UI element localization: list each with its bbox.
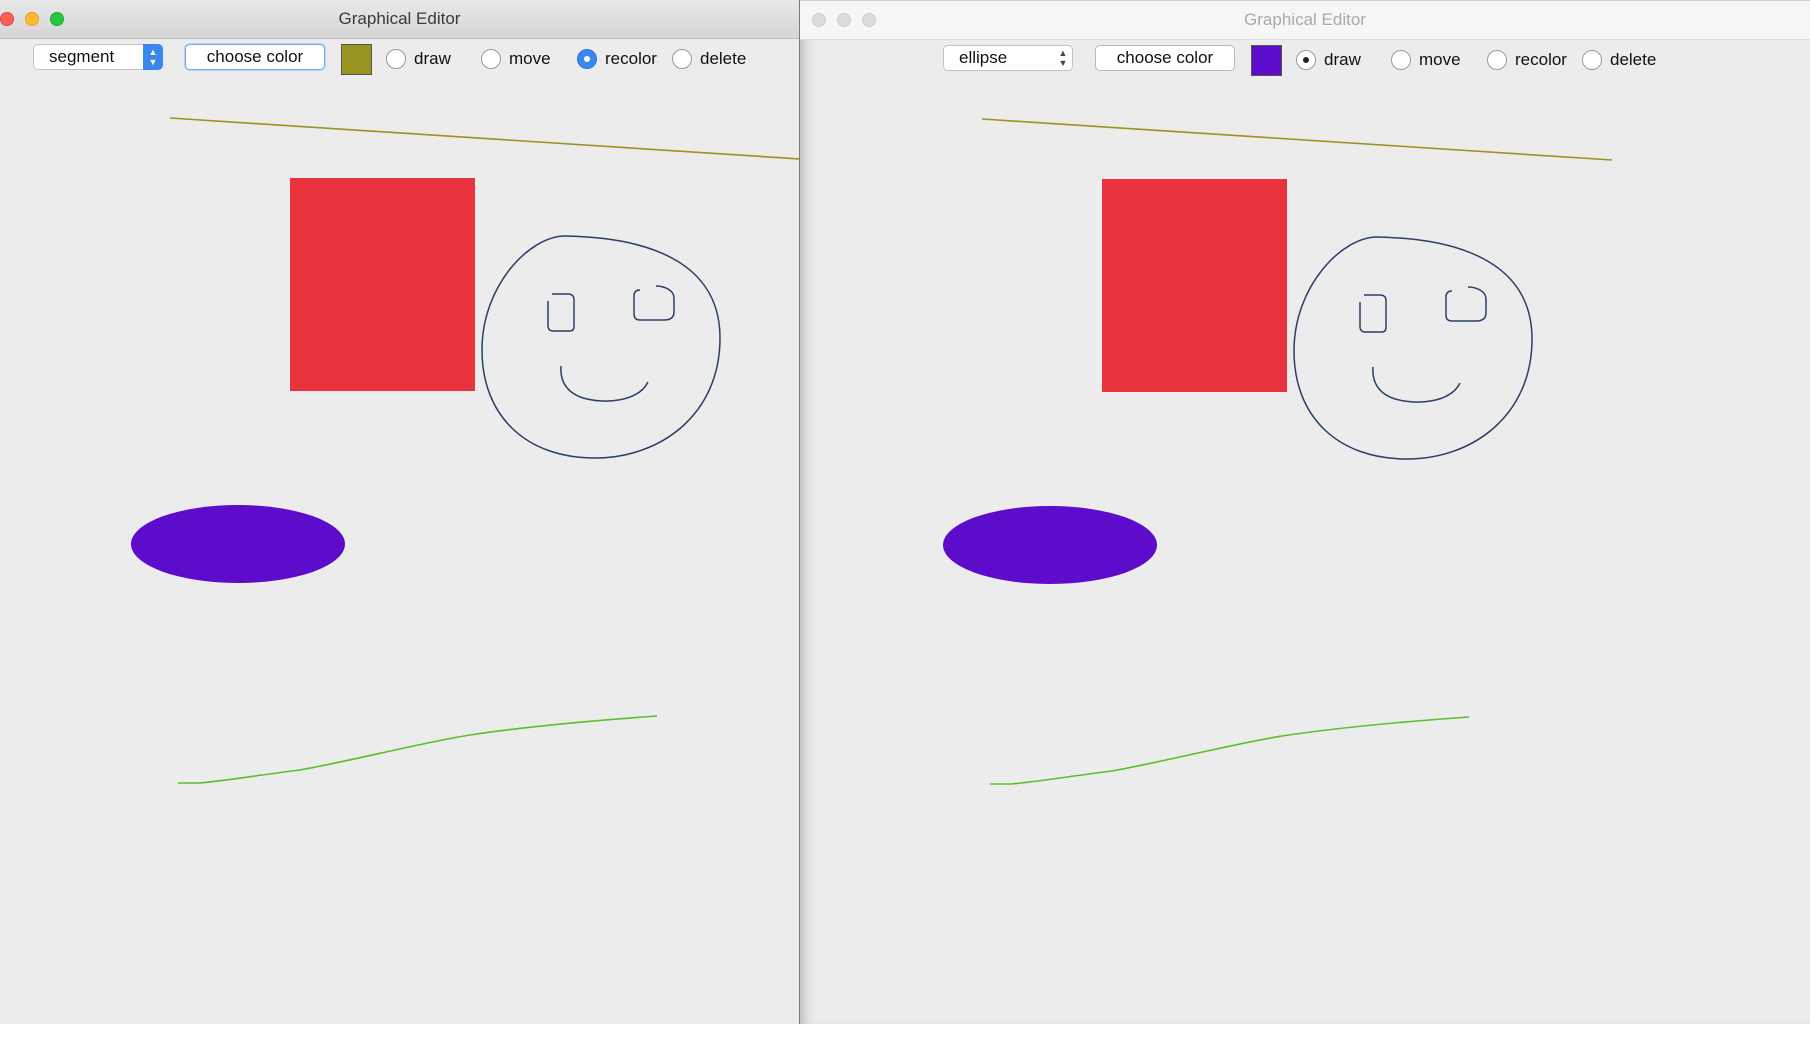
radio-circle-icon xyxy=(386,49,406,69)
rectangle-shape[interactable] xyxy=(1102,179,1287,392)
face-left-eye-shape[interactable] xyxy=(1359,294,1387,333)
freehand-line-shape[interactable] xyxy=(990,716,1470,785)
radio-circle-icon xyxy=(1487,50,1507,70)
face-right-eye-shape[interactable] xyxy=(633,285,675,321)
radio-circle-icon xyxy=(672,49,692,69)
radio-selected-icon xyxy=(577,49,597,69)
radio-circle-icon xyxy=(481,49,501,69)
mode-label: draw xyxy=(414,49,451,68)
maximize-window-icon[interactable] xyxy=(50,12,64,26)
window-title: Graphical Editor xyxy=(338,9,461,28)
ellipse-shape[interactable] xyxy=(943,506,1157,584)
current-color-swatch xyxy=(1251,45,1282,76)
toolbar: segment ▲ ▼ choose color draw move recolo… xyxy=(0,40,799,80)
editor-window-right: Graphical Editor ellipse ▲ ▼ choose color… xyxy=(800,0,1810,1024)
freehand-line-shape[interactable] xyxy=(178,715,658,784)
face-left-eye-shape[interactable] xyxy=(547,293,575,332)
maximize-window-icon[interactable] xyxy=(862,13,876,27)
shape-type-select[interactable]: segment ▲ ▼ xyxy=(33,44,163,70)
canvas-shapes xyxy=(131,117,800,784)
title-bar[interactable]: Graphical Editor xyxy=(0,0,799,39)
mode-label: draw xyxy=(1324,50,1361,69)
mode-label: delete xyxy=(1610,50,1657,69)
mode-label: recolor xyxy=(605,49,657,68)
title-bar[interactable]: Graphical Editor xyxy=(800,1,1810,40)
segment-shape[interactable] xyxy=(981,118,1613,161)
drawing-canvas[interactable] xyxy=(0,80,800,1024)
face-mouth-shape[interactable] xyxy=(560,365,649,402)
mode-label: delete xyxy=(700,49,747,68)
toolbar: ellipse ▲ ▼ choose color draw move recolo… xyxy=(800,41,1810,81)
face-outline-shape[interactable] xyxy=(481,235,721,459)
select-arrows-icon: ▲ ▼ xyxy=(1058,48,1068,68)
segment-shape[interactable] xyxy=(169,117,800,160)
minimize-window-icon[interactable] xyxy=(837,13,851,27)
face-mouth-shape[interactable] xyxy=(1372,366,1461,403)
mode-label: move xyxy=(509,49,551,68)
face-right-eye-shape[interactable] xyxy=(1445,286,1487,322)
radio-circle-icon xyxy=(1391,50,1411,70)
shape-type-value: segment xyxy=(49,47,115,66)
mode-label: recolor xyxy=(1515,50,1567,69)
close-window-icon[interactable] xyxy=(812,13,826,27)
radio-circle-icon xyxy=(1582,50,1602,70)
choose-color-button[interactable]: choose color xyxy=(185,44,325,70)
window-title: Graphical Editor xyxy=(1244,10,1366,29)
radio-selected-icon xyxy=(1296,50,1316,70)
canvas-shapes xyxy=(943,118,1613,785)
choose-color-button[interactable]: choose color xyxy=(1095,45,1235,71)
drawing-canvas[interactable] xyxy=(800,81,1810,1024)
editor-window-left: Graphical Editor segment ▲ ▼ choose color… xyxy=(0,0,800,1024)
mode-label: move xyxy=(1419,50,1461,69)
rectangle-shape[interactable] xyxy=(290,178,475,391)
shape-type-value: ellipse xyxy=(959,48,1008,67)
select-arrows-icon: ▲ ▼ xyxy=(143,44,163,70)
minimize-window-icon[interactable] xyxy=(25,12,39,26)
current-color-swatch xyxy=(341,44,372,75)
shape-type-select[interactable]: ellipse ▲ ▼ xyxy=(943,45,1073,71)
close-window-icon[interactable] xyxy=(0,12,14,26)
ellipse-shape[interactable] xyxy=(131,505,345,583)
face-outline-shape[interactable] xyxy=(1293,236,1533,460)
